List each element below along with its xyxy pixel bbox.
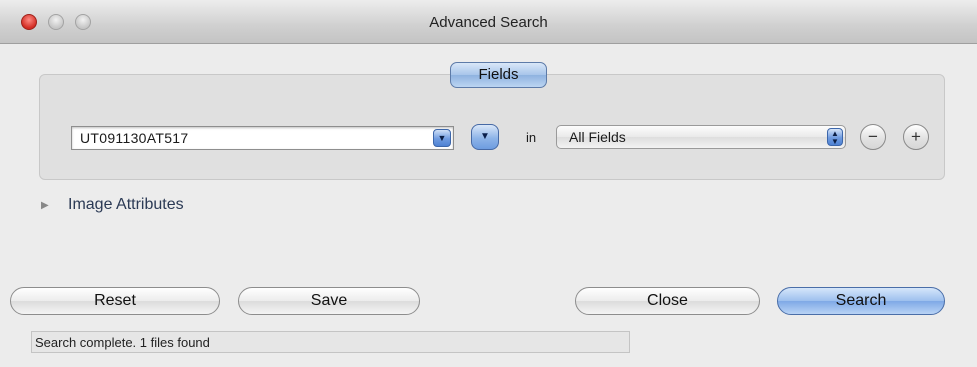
search-button[interactable]: Search <box>777 287 945 315</box>
close-button[interactable]: Close <box>575 287 760 315</box>
disclosure-triangle-icon[interactable]: ▶ <box>41 200 49 211</box>
search-value-combo[interactable]: UT091130AT517 ▼ <box>71 126 454 150</box>
window-title: Advanced Search <box>429 14 548 31</box>
search-value-text[interactable]: UT091130AT517 <box>80 130 188 146</box>
up-down-arrows-icon: ▲ ▼ <box>827 128 843 146</box>
recent-searches-dropdown-button[interactable]: ▼ <box>471 124 499 150</box>
title-bar: Advanced Search <box>0 0 977 44</box>
field-scope-popup[interactable]: All Fields ▲ ▼ <box>556 125 846 149</box>
reset-button[interactable]: Reset <box>10 287 220 315</box>
in-label: in <box>526 130 537 145</box>
remove-criterion-button[interactable]: − <box>860 124 886 150</box>
save-button[interactable]: Save <box>238 287 420 315</box>
add-criterion-button[interactable]: + <box>903 124 929 150</box>
status-text: Search complete. 1 files found <box>35 335 210 350</box>
status-bar: Search complete. 1 files found <box>31 331 630 353</box>
field-scope-value: All Fields <box>569 129 626 145</box>
combo-dropdown-icon[interactable]: ▼ <box>433 129 451 147</box>
image-attributes-label[interactable]: Image Attributes <box>68 196 184 214</box>
fields-tab[interactable]: Fields <box>450 62 547 88</box>
